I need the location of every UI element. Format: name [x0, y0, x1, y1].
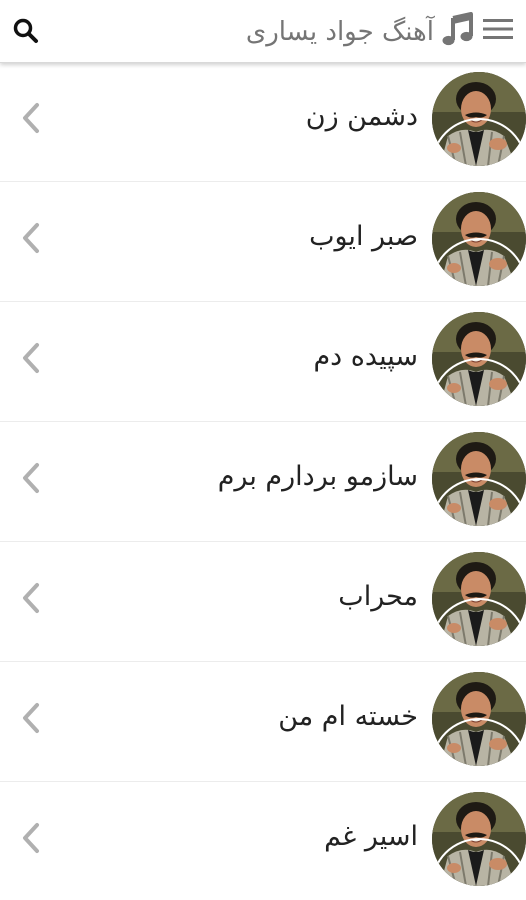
toolbar-title-container: آهنگ جواد یساری: [246, 10, 434, 54]
chevron-left-icon: [23, 103, 39, 133]
artist-avatar: [432, 72, 526, 166]
search-icon: [13, 18, 38, 43]
app-screen: آهنگ جواد یساری دشمن زن صبر ایوب سپیده د…: [0, 0, 526, 900]
song-title: سپیده دم: [313, 341, 418, 372]
song-list: دشمن زن صبر ایوب سپیده دم سازمو بردارم ب…: [0, 62, 526, 900]
artist-avatar: [432, 312, 526, 406]
song-list-item[interactable]: محراب: [0, 542, 526, 662]
artist-avatar: [432, 432, 526, 526]
chevron-left-icon: [23, 583, 39, 613]
song-title: دشمن زن: [305, 101, 418, 132]
artist-avatar: [432, 672, 526, 766]
chevron-left-icon: [23, 823, 39, 853]
song-list-item[interactable]: اسیر غم: [0, 782, 526, 900]
song-title: خسته ام من: [278, 701, 418, 732]
chevron-left-icon: [23, 463, 39, 493]
music-note-icon: [442, 12, 473, 46]
song-title: محراب: [338, 581, 418, 612]
artist-avatar: [432, 192, 526, 286]
song-list-item[interactable]: دشمن زن: [0, 62, 526, 182]
chevron-left-icon: [23, 343, 39, 373]
search-button[interactable]: [8, 13, 44, 49]
song-list-item[interactable]: خسته ام من: [0, 662, 526, 782]
menu-button[interactable]: [478, 11, 518, 47]
chevron-left-icon: [23, 703, 39, 733]
hamburger-menu-icon: [483, 19, 513, 39]
song-title: اسیر غم: [324, 821, 418, 852]
song-title: سازمو بردارم برم: [217, 461, 418, 492]
chevron-left-icon: [23, 223, 39, 253]
app-title: آهنگ جواد یساری: [245, 17, 434, 47]
artist-avatar: [432, 552, 526, 646]
song-title: صبر ایوب: [309, 221, 418, 252]
artist-avatar: [432, 792, 526, 886]
app-toolbar: آهنگ جواد یساری: [0, 0, 526, 63]
song-list-item[interactable]: سازمو بردارم برم: [0, 422, 526, 542]
song-list-item[interactable]: صبر ایوب: [0, 182, 526, 302]
song-list-item[interactable]: سپیده دم: [0, 302, 526, 422]
